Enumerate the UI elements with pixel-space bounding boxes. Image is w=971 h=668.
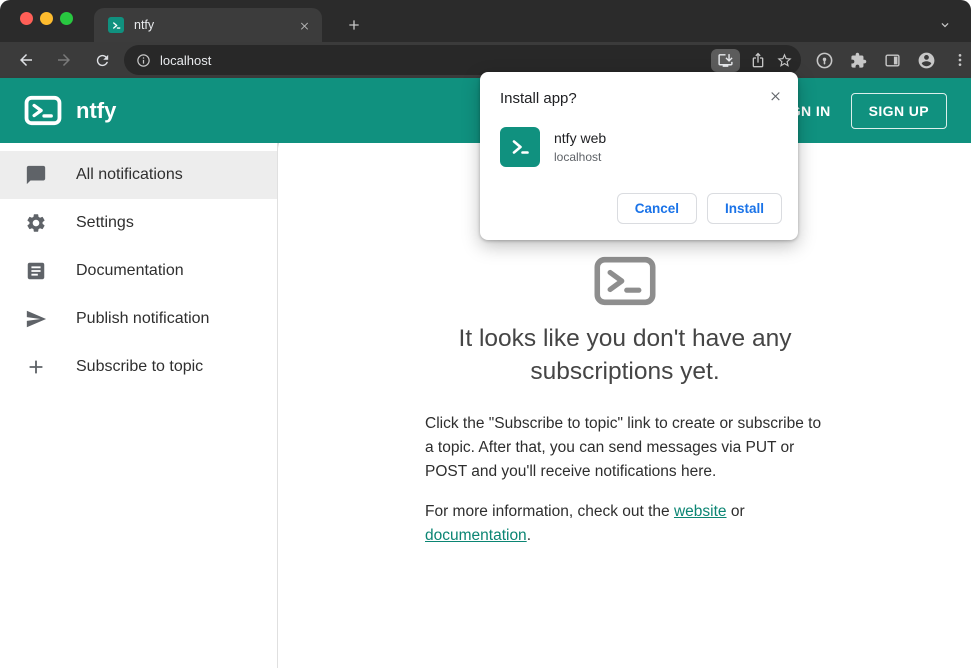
browser-window: ntfy localhost ntfy SIGN IN SIGN UP All …: [0, 0, 971, 668]
book-icon: [24, 259, 48, 283]
install-button[interactable]: Install: [706, 193, 782, 224]
new-tab-button[interactable]: [342, 13, 366, 37]
send-icon: [24, 307, 48, 331]
sidebar-item-label: All notifications: [76, 166, 183, 183]
documentation-link[interactable]: documentation: [425, 527, 527, 544]
gear-icon: [24, 211, 48, 235]
tab-close-icon[interactable]: [294, 15, 314, 35]
empty-state-heading: It looks like you don't have any subscri…: [458, 325, 792, 385]
sidebar-item-label: Documentation: [76, 262, 184, 279]
dialog-close-icon[interactable]: [764, 84, 786, 106]
more-prefix: For more information, check out the: [425, 503, 674, 521]
tab-title: ntfy: [134, 18, 155, 32]
install-app-name: ntfy web: [554, 130, 607, 146]
sign-up-button[interactable]: SIGN UP: [850, 92, 947, 129]
ntfy-logo-icon: [24, 95, 62, 126]
sidebar-item-all-notifications[interactable]: All notifications: [0, 151, 277, 199]
install-app-origin: localhost: [554, 150, 602, 164]
sidebar-item-subscribe-to-topic[interactable]: Subscribe to topic: [0, 343, 277, 391]
empty-state-body: Click the "Subscribe to topic" link to c…: [425, 415, 822, 481]
bookmark-star-icon[interactable]: [776, 52, 793, 69]
address-bar[interactable]: localhost: [124, 45, 801, 75]
install-dialog-app-row: ntfy web localhost: [500, 127, 782, 167]
brand-name: ntfy: [76, 97, 117, 123]
website-link[interactable]: website: [674, 503, 727, 520]
sidebar-item-documentation[interactable]: Documentation: [0, 247, 277, 295]
sidebar-item-label: Publish notification: [76, 310, 210, 327]
window-controls: [20, 12, 73, 25]
tab-search-chevron-icon[interactable]: [933, 13, 957, 37]
browser-tab-ntfy[interactable]: ntfy: [94, 8, 322, 42]
more-middle: or: [726, 503, 745, 521]
profile-avatar-icon[interactable]: [915, 49, 937, 71]
reload-icon[interactable]: [90, 48, 114, 72]
zoom-window-button[interactable]: [60, 12, 73, 25]
install-dialog-title: Install app?: [500, 90, 577, 107]
extensions-puzzle-icon[interactable]: [847, 49, 869, 71]
back-icon[interactable]: [14, 48, 38, 72]
install-app-icon[interactable]: [711, 48, 740, 72]
chat-bubble-icon: [24, 163, 48, 187]
sidebar-item-settings[interactable]: Settings: [0, 199, 277, 247]
install-app-dialog: Install app? ntfy web localhost Cancel I…: [480, 72, 798, 240]
cancel-button[interactable]: Cancel: [616, 193, 697, 224]
close-window-button[interactable]: [20, 12, 33, 25]
plus-icon: [24, 355, 48, 379]
sidebar-item-publish-notification[interactable]: Publish notification: [0, 295, 277, 343]
ntfy-app-icon: [500, 127, 540, 167]
sidebar: All notifications Settings Documentation…: [0, 143, 278, 668]
ntfy-brand: ntfy: [24, 95, 116, 126]
browser-menu-dots-icon[interactable]: [949, 49, 971, 71]
empty-state-more: For more information, check out the webs…: [425, 500, 825, 548]
sidebar-item-label: Settings: [76, 214, 134, 231]
ntfy-terminal-icon: [425, 255, 825, 307]
address-bar-url: localhost: [160, 52, 212, 68]
forward-icon[interactable]: [52, 48, 76, 72]
ntfy-favicon-icon: [108, 17, 124, 33]
share-icon[interactable]: [750, 52, 766, 68]
minimize-window-button[interactable]: [40, 12, 53, 25]
site-info-icon[interactable]: [136, 53, 151, 68]
browser-titlebar: ntfy: [0, 0, 971, 42]
sidebar-item-label: Subscribe to topic: [76, 358, 204, 375]
side-panel-icon[interactable]: [881, 49, 903, 71]
more-suffix: .: [526, 527, 531, 545]
password-manager-extension-icon[interactable]: [813, 49, 835, 71]
